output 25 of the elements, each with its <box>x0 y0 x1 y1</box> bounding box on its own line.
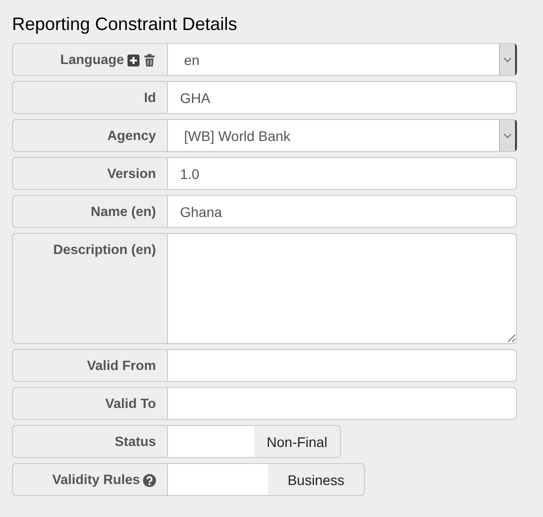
field-label: Validity Rules <box>52 472 140 487</box>
field-label: Agency <box>107 128 156 143</box>
trash-icon[interactable] <box>143 54 156 67</box>
field-label: Version <box>107 166 156 181</box>
form-title: Reporting Constraint Details <box>12 14 238 35</box>
dropdown[interactable]: [WB] World Bank <box>167 119 517 152</box>
text-field[interactable] <box>167 349 517 382</box>
field-label: Description (en) <box>53 242 156 257</box>
text-field[interactable]: Ghana <box>167 195 517 228</box>
field-label: Valid From <box>86 358 156 373</box>
add-icon[interactable] <box>127 54 140 67</box>
field-label: Status <box>114 434 156 449</box>
text-field[interactable]: GHA <box>167 81 517 114</box>
field-label: Name (en) <box>90 204 156 219</box>
field-label: Id <box>144 90 156 105</box>
field-label: Language <box>60 52 124 67</box>
text-field[interactable]: 1.0 <box>167 157 517 190</box>
toggle-switch[interactable]: Non-Final <box>167 425 341 458</box>
help-icon[interactable] <box>143 474 156 487</box>
toggle-switch[interactable]: Business <box>167 463 365 496</box>
field-label: Valid To <box>105 396 156 411</box>
caret-icon <box>503 132 512 138</box>
dropdown[interactable]: en <box>167 43 517 76</box>
text-field[interactable] <box>167 387 517 420</box>
caret-icon <box>503 56 512 62</box>
